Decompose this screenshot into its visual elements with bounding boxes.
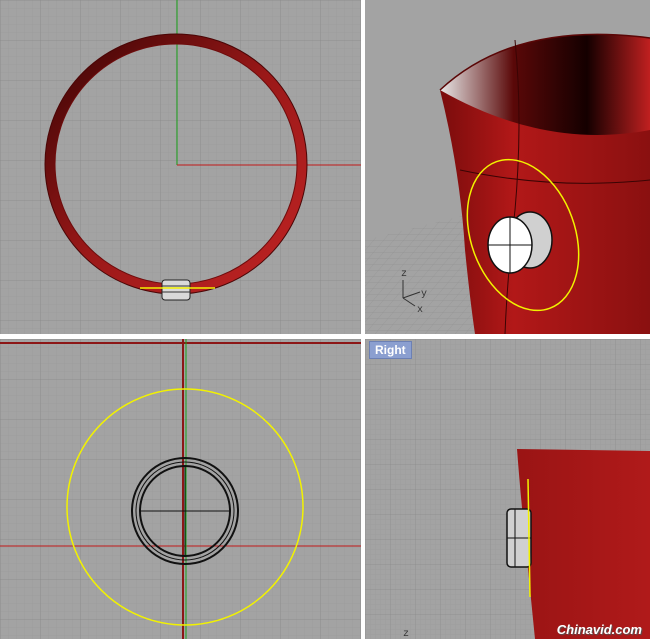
perspective-canvas: z y x	[365, 0, 650, 334]
cup-body	[517, 449, 650, 639]
viewport-top[interactable]	[0, 0, 361, 334]
viewport-label-right[interactable]: Right	[369, 341, 412, 359]
svg-text:x: x	[417, 305, 423, 316]
front-view-canvas	[0, 339, 361, 639]
svg-text:z: z	[401, 269, 407, 280]
button-part	[161, 279, 191, 301]
right-view-canvas: z	[365, 339, 650, 639]
svg-text:z: z	[403, 629, 409, 639]
svg-text:y: y	[421, 289, 427, 300]
viewport-perspective[interactable]: z y x	[365, 0, 650, 334]
viewport-right[interactable]: z Right Chinavid.com	[365, 339, 650, 639]
viewport-front[interactable]	[0, 339, 361, 639]
watermark: Chinavid.com	[556, 622, 642, 637]
top-view-canvas	[0, 0, 361, 334]
four-viewport-layout: z y x z Right Chinavid.com	[0, 0, 650, 639]
